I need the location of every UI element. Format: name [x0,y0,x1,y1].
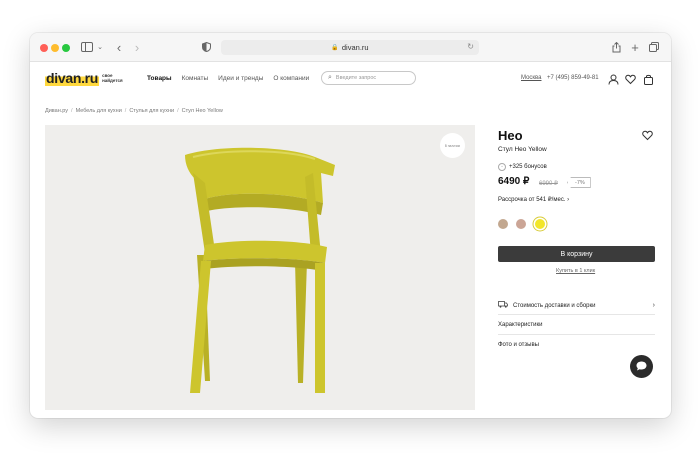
new-tab-icon[interactable]: + [630,39,640,55]
delivery-cost-row[interactable]: Стоимость доставки и сборки › [498,301,655,310]
discount-badge: -7% [567,177,591,188]
forward-icon[interactable]: › [132,39,142,55]
add-to-cart-button[interactable]: В корзину [498,246,655,262]
buy-one-click-link[interactable]: Купить в 1 клик [556,268,595,274]
breadcrumb-item-current: Стул Нео Yellow [181,108,223,114]
chevron-right-icon: › [652,302,655,309]
cart-icon[interactable] [643,72,655,85]
phone-number[interactable]: +7 (495) 859-49-81 [547,75,599,81]
back-icon[interactable]: ‹ [114,39,124,55]
share-icon[interactable] [611,39,621,55]
characteristics-label: Характеристики [498,322,543,328]
favorites-icon[interactable] [625,72,637,85]
chevron-down-icon[interactable]: ⌄ [96,39,104,55]
reload-icon[interactable]: ↻ [467,42,474,51]
chevron-right-icon: › [567,197,570,203]
browser-toolbar: ⌄ ‹ › 🔒 divan.ru ↻ + [30,33,671,62]
logo[interactable]: divan.ru свое найдется [45,69,126,86]
lock-icon: 🔒 [331,45,339,51]
minimize-window-button[interactable] [51,44,59,52]
tab-overview-icon[interactable] [648,39,660,55]
installment-link[interactable]: Рассрочка от 541 ₽/мес. › [498,196,569,203]
color-swatch-yellow[interactable] [535,219,545,229]
breadcrumb: Диван.ру / Мебель для кухни / Стулья для… [45,108,223,114]
breadcrumb-separator: / [177,108,179,114]
search-placeholder: Введите запрос [335,75,377,81]
privacy-shield-icon[interactable] [201,39,211,55]
chat-button[interactable] [630,355,653,378]
color-swatch-pink[interactable] [516,219,526,229]
close-window-button[interactable] [40,44,48,52]
nav-item-rooms[interactable]: Комнаты [182,75,209,82]
product-image-chair[interactable] [175,143,335,393]
divider [498,314,655,315]
add-to-cart-label: В корзину [560,250,593,258]
photos-reviews-label: Фото и отзывы [498,342,539,348]
sidebar-icon[interactable] [80,39,94,55]
truck-icon [498,301,508,310]
city-selector[interactable]: Москва [521,75,541,81]
breadcrumb-item-home[interactable]: Диван.ру [45,108,68,114]
current-price: 6490 ₽ [498,176,530,187]
color-swatch-beige[interactable] [498,219,508,229]
bonus-label: +325 бонусов [509,164,547,170]
nav-item-about[interactable]: О компании [273,75,309,82]
profile-icon[interactable] [608,72,620,85]
divider [498,334,655,335]
breadcrumb-separator: / [124,108,127,114]
breadcrumb-separator: / [71,108,73,114]
chat-bubble-icon [636,358,647,376]
browser-window: ⌄ ‹ › 🔒 divan.ru ↻ + divan.ru свое найде… [30,33,671,418]
main-nav: Товары Комнаты Идеи и тренды О компании [147,75,309,82]
characteristics-row[interactable]: Характеристики [498,322,655,328]
add-to-favorites-icon[interactable] [642,128,654,141]
logo-text: divan.ru [45,69,100,86]
delivery-cost-label: Стоимость доставки и сборки [513,302,596,309]
discount-label: -7% [575,179,585,186]
logo-tagline: свое найдется [102,72,123,83]
product-title: Нео [498,128,523,143]
bonus-coin-icon: ◦ [498,163,506,171]
stock-badge-label: В наличии [444,143,461,148]
maximize-window-button[interactable] [62,44,70,52]
url-text: divan.ru [341,43,369,52]
photos-reviews-row[interactable]: Фото и отзывы [498,342,655,348]
stock-badge: В наличии [440,133,465,158]
address-bar[interactable]: 🔒 divan.ru ↻ [221,40,479,55]
site-header: divan.ru свое найдется Товары Комнаты Ид… [30,62,671,92]
nav-item-products[interactable]: Товары [147,75,172,82]
nav-item-ideas[interactable]: Идеи и тренды [218,75,263,82]
old-price: 6990 ₽ [539,181,558,187]
bonus-info: ◦ +325 бонусов [498,163,547,171]
search-icon: ⌕ [328,74,332,81]
breadcrumb-item-kitchen-furniture[interactable]: Мебель для кухни [76,108,122,114]
breadcrumb-item-kitchen-chairs[interactable]: Стулья для кухни [129,108,174,114]
product-subtitle: Стул Нео Yellow [498,146,547,153]
installment-label: Рассрочка от 541 ₽/мес. [498,197,566,203]
search-input[interactable]: ⌕ Введите запрос [321,71,416,85]
